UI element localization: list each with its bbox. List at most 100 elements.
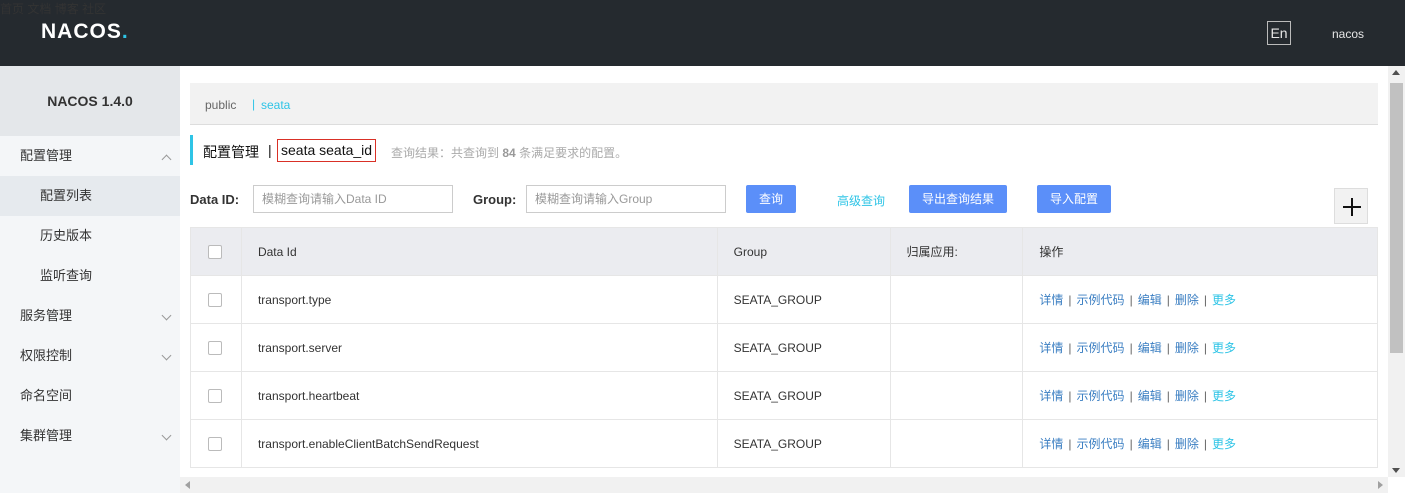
cell-operations: 详情 | 示例代码 | 编辑 | 删除 | 更多 [1022, 371, 1378, 420]
more-link[interactable]: 更多 [1212, 341, 1236, 355]
cell-app [889, 323, 1024, 372]
horizontal-scrollbar[interactable] [180, 477, 1388, 493]
scroll-down-icon[interactable] [1392, 468, 1400, 473]
sidebar-item-service-management[interactable]: 服务管理 [0, 296, 180, 336]
edit-link[interactable]: 编辑 [1138, 293, 1162, 307]
query-button[interactable]: 查询 [746, 185, 796, 213]
sample-code-link[interactable]: 示例代码 [1077, 341, 1125, 355]
chevron-down-icon [161, 350, 172, 361]
row-checkbox[interactable] [208, 292, 222, 307]
sidebar-item-label: 监听查询 [40, 268, 93, 283]
col-header-data-id: Data Id [240, 227, 718, 276]
chevron-down-icon [161, 430, 172, 441]
sidebar-item-label: 权限控制 [20, 348, 73, 363]
nav-community[interactable]: 社区 [82, 2, 106, 16]
delete-link[interactable]: 删除 [1175, 341, 1199, 355]
table-header-row: Data Id Group 归属应用: 操作 [190, 227, 1378, 276]
col-header-operations: 操作 [1022, 227, 1378, 276]
export-button[interactable]: 导出查询结果 [909, 185, 1007, 213]
page-title-row: 配置管理 | seata seata_id 查询结果：共查询到 84 条满足要求… [190, 135, 890, 165]
nav-blog[interactable]: 博客 [55, 2, 79, 16]
table-row: transport.type SEATA_GROUP 详情 | 示例代码 | 编辑 | 删除… [190, 275, 1378, 324]
namespace-separator: | [252, 97, 256, 111]
sidebar-item-history[interactable]: 历史版本 [0, 216, 180, 256]
nav-docs[interactable]: 文档 [27, 2, 51, 16]
sidebar-item-config-list[interactable]: 配置列表 [0, 176, 180, 216]
delete-link[interactable]: 删除 [1175, 389, 1199, 403]
detail-link[interactable]: 详情 [1039, 293, 1063, 307]
more-link[interactable]: 更多 [1212, 437, 1236, 451]
cell-data-id: transport.server [240, 323, 718, 372]
group-input[interactable] [526, 185, 726, 213]
col-header-group: Group [716, 227, 891, 276]
group-label: Group: [473, 192, 517, 207]
cell-operations: 详情 | 示例代码 | 编辑 | 删除 | 更多 [1022, 419, 1378, 468]
cell-data-id: transport.enableClientBatchSendRequest [240, 419, 718, 468]
namespace-bar: public | seata [190, 83, 1378, 125]
add-config-button[interactable] [1334, 188, 1368, 224]
sidebar-item-label: 配置列表 [40, 188, 93, 203]
select-all-cell [190, 227, 242, 276]
namespace-tag: seata seata_id [277, 139, 377, 162]
nav-home[interactable]: 首页 [0, 2, 24, 16]
sidebar-item-listener-query[interactable]: 监听查询 [0, 256, 180, 296]
cell-app [889, 371, 1024, 420]
sidebar-item-access-control[interactable]: 权限控制 [0, 336, 180, 376]
title-separator: | [268, 142, 272, 158]
edit-link[interactable]: 编辑 [1138, 389, 1162, 403]
table-row: transport.server SEATA_GROUP 详情 | 示例代码 | 编辑 |… [190, 323, 1378, 372]
namespace-public[interactable]: public [205, 98, 236, 112]
scroll-left-icon[interactable] [185, 481, 190, 489]
sidebar-item-label: 集群管理 [20, 428, 73, 443]
data-id-input[interactable] [253, 185, 453, 213]
detail-link[interactable]: 详情 [1039, 437, 1063, 451]
chevron-down-icon [161, 310, 172, 321]
sidebar-item-cluster-management[interactable]: 集群管理 [0, 416, 180, 456]
cell-operations: 详情 | 示例代码 | 编辑 | 删除 | 更多 [1022, 275, 1378, 324]
advanced-query-link[interactable]: 高级查询 [837, 192, 885, 209]
detail-link[interactable]: 详情 [1039, 389, 1063, 403]
sidebar-item-label: 历史版本 [40, 228, 93, 243]
sidebar-title: NACOS 1.4.0 [0, 66, 180, 136]
page-title: 配置管理 [203, 144, 259, 160]
table-row: transport.enableClientBatchSendRequest S… [190, 419, 1378, 468]
user-name[interactable]: nacos [1332, 27, 1364, 41]
delete-link[interactable]: 删除 [1175, 437, 1199, 451]
scroll-up-icon[interactable] [1392, 70, 1400, 75]
sidebar-item-config-management[interactable]: 配置管理 [0, 136, 180, 176]
scroll-right-icon[interactable] [1378, 481, 1383, 489]
cell-data-id: transport.type [240, 275, 718, 324]
cell-group: SEATA_GROUP [716, 275, 891, 324]
sidebar-item-namespace[interactable]: 命名空间 [0, 376, 180, 416]
delete-link[interactable]: 删除 [1175, 293, 1199, 307]
row-checkbox[interactable] [208, 436, 222, 451]
sidebar-item-label: 配置管理 [20, 148, 73, 163]
cell-group: SEATA_GROUP [716, 419, 891, 468]
scrollbar-thumb[interactable] [1390, 83, 1403, 353]
cell-app [889, 275, 1024, 324]
more-link[interactable]: 更多 [1212, 389, 1236, 403]
import-button[interactable]: 导入配置 [1037, 185, 1111, 213]
vertical-scrollbar[interactable] [1388, 66, 1405, 477]
sample-code-link[interactable]: 示例代码 [1077, 293, 1125, 307]
title-accent-bar [190, 135, 193, 165]
sample-code-link[interactable]: 示例代码 [1077, 437, 1125, 451]
detail-link[interactable]: 详情 [1039, 341, 1063, 355]
row-checkbox[interactable] [208, 388, 222, 403]
data-id-label: Data ID: [190, 192, 240, 207]
language-switch-button[interactable]: En [1267, 21, 1291, 45]
edit-link[interactable]: 编辑 [1138, 341, 1162, 355]
select-all-checkbox[interactable] [208, 244, 222, 259]
edit-link[interactable]: 编辑 [1138, 437, 1162, 451]
sidebar: NACOS 1.4.0 配置管理 配置列表 历史版本 监听查询 服务管理 权限控… [0, 66, 180, 493]
result-count: 84 [502, 146, 516, 160]
row-checkbox[interactable] [208, 340, 222, 355]
config-table: Data Id Group 归属应用: 操作 transport.type SE… [190, 227, 1378, 468]
namespace-seata[interactable]: seata [261, 98, 290, 112]
nacos-logo[interactable]: NACOS. [41, 20, 129, 44]
sample-code-link[interactable]: 示例代码 [1077, 389, 1125, 403]
cell-group: SEATA_GROUP [716, 323, 891, 372]
top-navbar: NACOS. 首页 文档 博客 社区 En nacos [0, 0, 1405, 66]
more-link[interactable]: 更多 [1212, 293, 1236, 307]
cell-group: SEATA_GROUP [716, 371, 891, 420]
